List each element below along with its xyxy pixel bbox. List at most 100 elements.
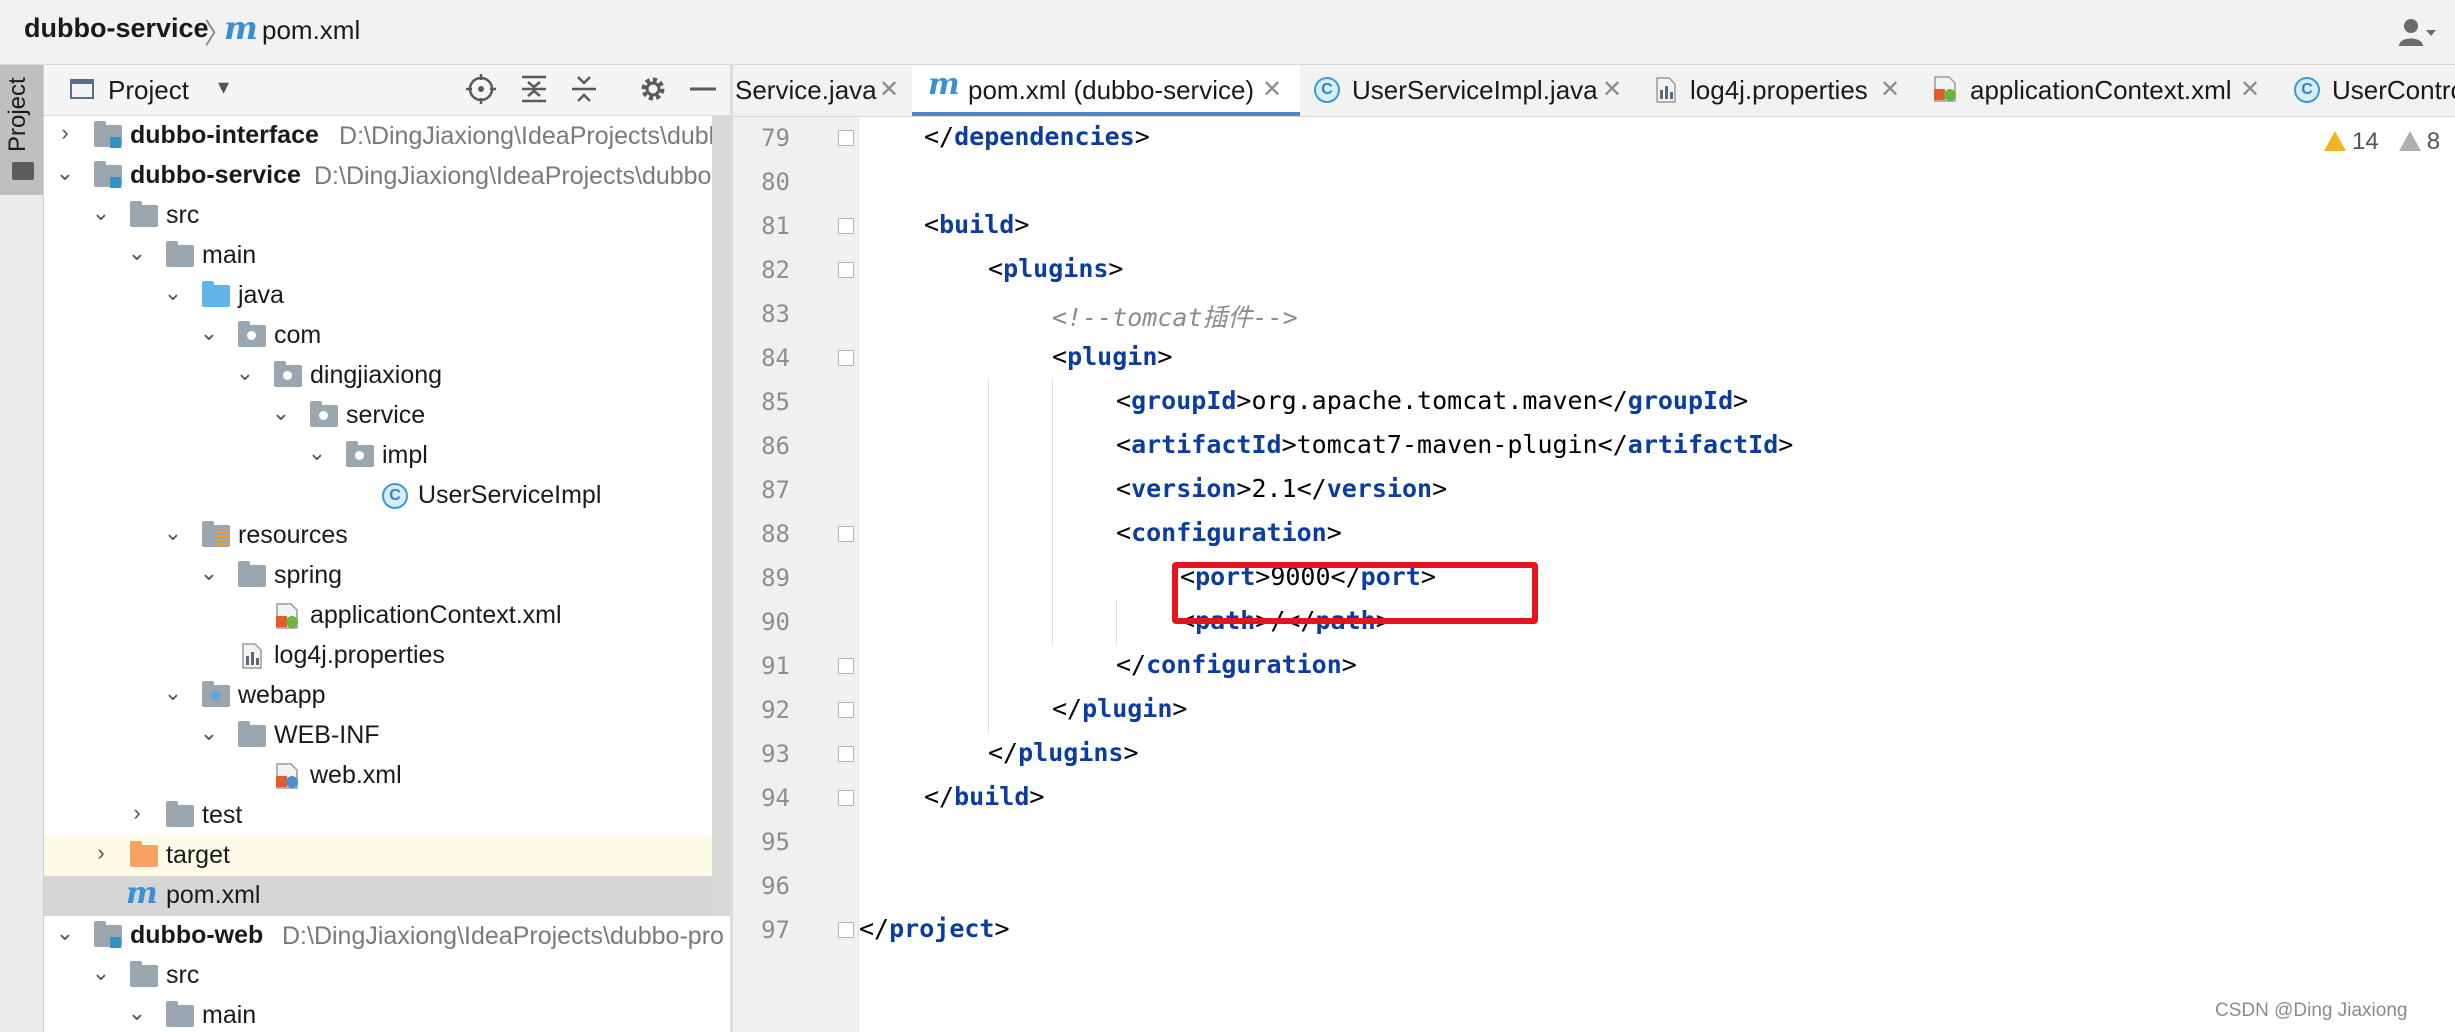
chevron-right-icon[interactable]: › bbox=[90, 840, 112, 865]
collapse-all-icon[interactable] bbox=[567, 72, 601, 106]
code-line[interactable]: </plugin> bbox=[1052, 694, 1187, 723]
tree-label: src bbox=[166, 201, 200, 229]
breadcrumb-project[interactable]: dubbo-service bbox=[24, 13, 209, 44]
tab-applicationcontext-xml[interactable]: applicationContext.xml ✕ bbox=[1930, 65, 2270, 116]
line-number: 95 bbox=[761, 828, 790, 856]
chevron-down-icon[interactable]: ⌄ bbox=[54, 160, 76, 185]
tree-row-main[interactable]: ⌄ main bbox=[44, 996, 730, 1032]
tree-row-pom-xml[interactable]: m pom.xml bbox=[44, 876, 730, 916]
tree-row-dubbo-web[interactable]: ⌄ dubbo-web D:\DingJiaxiong\IdeaProjects… bbox=[44, 916, 730, 956]
close-icon[interactable]: ✕ bbox=[1262, 75, 1282, 104]
code-line[interactable]: <!--tomcat插件--> bbox=[1052, 298, 1298, 334]
tab-pom-xml[interactable]: m pom.xml (dubbo-service) ✕ bbox=[912, 65, 1300, 116]
expand-all-icon[interactable] bbox=[517, 72, 551, 106]
chevron-down-icon[interactable]: ⌄ bbox=[198, 320, 220, 345]
locate-icon[interactable] bbox=[464, 72, 498, 106]
tree-row-target[interactable]: › target bbox=[44, 836, 730, 876]
tree-row-webapp[interactable]: ⌄ webapp bbox=[44, 676, 730, 716]
tab-log4j-properties[interactable]: log4j.properties ✕ bbox=[1650, 65, 1908, 116]
chevron-down-icon[interactable]: ⌄ bbox=[306, 440, 328, 465]
fold-marker-icon[interactable] bbox=[838, 790, 854, 806]
fold-marker-icon[interactable] bbox=[838, 922, 854, 938]
code-line[interactable]: </project> bbox=[859, 914, 1010, 943]
tree-row-resources[interactable]: ⌄ resources bbox=[44, 516, 730, 556]
maven-file-icon: m bbox=[928, 67, 960, 102]
fold-marker-icon[interactable] bbox=[838, 658, 854, 674]
tree-row-service[interactable]: ⌄ service bbox=[44, 396, 730, 436]
fold-marker-icon[interactable] bbox=[838, 130, 854, 146]
user-dropdown-icon[interactable] bbox=[2397, 16, 2437, 50]
code-line[interactable]: <plugins> bbox=[988, 254, 1123, 283]
fold-marker-icon[interactable] bbox=[838, 350, 854, 366]
tree-row-spring[interactable]: ⌄ spring bbox=[44, 556, 730, 596]
chevron-down-icon[interactable]: ⌄ bbox=[126, 1000, 148, 1025]
tree-row-log4j[interactable]: log4j.properties bbox=[44, 636, 730, 676]
resources-folder-icon bbox=[202, 521, 230, 547]
close-icon[interactable]: ✕ bbox=[879, 75, 899, 104]
code-line[interactable]: </plugins> bbox=[988, 738, 1139, 767]
chevron-down-icon[interactable]: ⌄ bbox=[162, 680, 184, 705]
chevron-down-icon[interactable]: ⌄ bbox=[90, 960, 112, 985]
code-line[interactable]: <build> bbox=[924, 210, 1029, 239]
chevron-down-icon[interactable]: ⌄ bbox=[270, 400, 292, 425]
chevron-down-icon[interactable]: ⌄ bbox=[234, 360, 256, 385]
chevron-down-icon[interactable]: ⌄ bbox=[198, 720, 220, 745]
close-icon[interactable]: ✕ bbox=[2240, 75, 2260, 104]
tree-row-java[interactable]: ⌄ java bbox=[44, 276, 730, 316]
chevron-down-icon[interactable]: ⌄ bbox=[162, 520, 184, 545]
tree-row-main[interactable]: ⌄ main bbox=[44, 236, 730, 276]
line-number: 81 bbox=[761, 212, 790, 240]
breadcrumb-file[interactable]: pom.xml bbox=[262, 15, 360, 46]
fold-marker-icon[interactable] bbox=[838, 218, 854, 234]
chevron-right-icon[interactable]: › bbox=[126, 800, 148, 825]
tree-row-dubbo-interface[interactable]: › dubbo-interface D:\DingJiaxiong\IdeaPr… bbox=[44, 116, 730, 156]
tree-row-web-inf[interactable]: ⌄ WEB-INF bbox=[44, 716, 730, 756]
fold-marker-icon[interactable] bbox=[838, 702, 854, 718]
code-line[interactable]: <artifactId>tomcat7-maven-plugin</artifa… bbox=[1116, 430, 1793, 459]
close-icon[interactable]: ✕ bbox=[1880, 75, 1900, 104]
code-line[interactable]: <configuration> bbox=[1116, 518, 1342, 547]
web-folder-icon bbox=[202, 681, 230, 707]
folder-icon bbox=[238, 721, 266, 747]
tree-row-userserviceimpl[interactable]: C UserServiceImpl bbox=[44, 476, 730, 516]
fold-marker-icon[interactable] bbox=[838, 526, 854, 542]
project-tree: › dubbo-interface D:\DingJiaxiong\IdeaPr… bbox=[44, 116, 730, 1032]
code-line[interactable]: </dependencies> bbox=[924, 122, 1150, 151]
chevron-right-icon[interactable]: › bbox=[54, 120, 76, 145]
close-icon[interactable]: ✕ bbox=[1602, 75, 1622, 104]
tree-row-com[interactable]: ⌄ com bbox=[44, 316, 730, 356]
tree-row-src[interactable]: ⌄ src bbox=[44, 196, 730, 236]
source-folder-icon bbox=[202, 281, 230, 307]
gear-icon[interactable] bbox=[636, 72, 670, 106]
code-line[interactable]: <plugin> bbox=[1052, 342, 1172, 371]
hide-icon[interactable] bbox=[686, 72, 720, 106]
fold-marker-icon[interactable] bbox=[838, 746, 854, 762]
code-line[interactable]: <groupId>org.apache.tomcat.maven</groupI… bbox=[1116, 386, 1748, 415]
java-class-icon: C bbox=[2294, 77, 2320, 103]
project-view-selector[interactable]: Project bbox=[108, 75, 189, 106]
chevron-down-icon[interactable]: ⌄ bbox=[90, 200, 112, 225]
tab-service-java[interactable]: Service.java ✕ bbox=[733, 65, 905, 116]
tree-row-applicationcontext[interactable]: applicationContext.xml bbox=[44, 596, 730, 636]
tree-row-web-xml[interactable]: web.xml bbox=[44, 756, 730, 796]
tree-row-impl[interactable]: ⌄ impl bbox=[44, 436, 730, 476]
chevron-down-icon[interactable]: ⌄ bbox=[54, 920, 76, 945]
code-line[interactable]: </build> bbox=[924, 782, 1044, 811]
tree-row-test[interactable]: › test bbox=[44, 796, 730, 836]
tab-userserviceimpl-java[interactable]: C UserServiceImpl.java ✕ bbox=[1306, 65, 1626, 116]
code-line[interactable]: <version>2.1</version> bbox=[1116, 474, 1447, 503]
inspection-widget[interactable]: 14 8 bbox=[2324, 128, 2440, 156]
chevron-down-icon[interactable]: ⌄ bbox=[198, 560, 220, 585]
code-line[interactable]: </configuration> bbox=[1116, 650, 1357, 679]
tree-scrollbar[interactable] bbox=[712, 116, 730, 916]
chevron-down-icon[interactable]: ⌄ bbox=[126, 240, 148, 265]
tree-row-dubbo-service[interactable]: ⌄ dubbo-service D:\DingJiaxiong\IdeaProj… bbox=[44, 156, 730, 196]
project-tool-tab-label[interactable]: Project bbox=[4, 77, 32, 152]
chevron-down-icon[interactable]: ▾ bbox=[218, 74, 229, 100]
tab-usercontroller[interactable]: C UserContro bbox=[2292, 65, 2455, 116]
tree-row-src[interactable]: ⌄ src bbox=[44, 956, 730, 996]
package-icon bbox=[274, 361, 302, 387]
fold-marker-icon[interactable] bbox=[838, 262, 854, 278]
tree-row-dingjiaxiong[interactable]: ⌄ dingjiaxiong bbox=[44, 356, 730, 396]
chevron-down-icon[interactable]: ⌄ bbox=[162, 280, 184, 305]
